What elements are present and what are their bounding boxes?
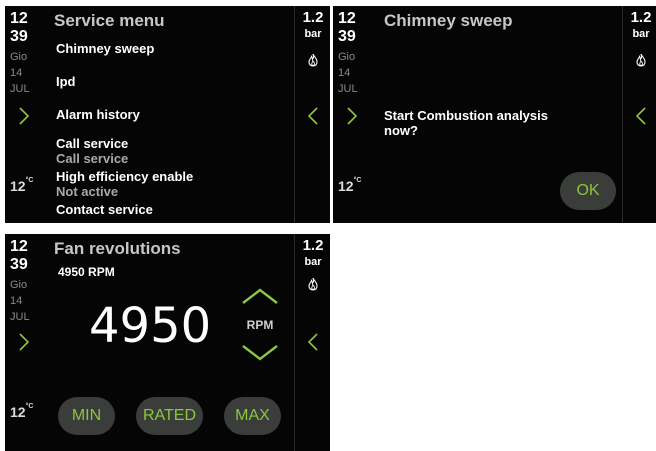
date-day: 14 [10, 295, 23, 307]
date-month: JUL [10, 311, 30, 323]
temperature-value: 12 [10, 178, 26, 194]
chevron-down-icon[interactable] [241, 344, 279, 362]
rpm-readout: 4950 RPM [58, 265, 115, 279]
chevron-left-icon[interactable] [307, 332, 319, 352]
pressure-column: 1.2 bar [294, 6, 330, 223]
temperature-unit: °C [353, 177, 362, 184]
date-month: JUL [10, 83, 30, 95]
room-temperature: 12°C [10, 177, 34, 194]
menu-item-ipd[interactable]: Ipd [56, 74, 76, 89]
service-menu-screen: 12 39 Gio 14 JUL 12°C Service menu Chimn… [5, 6, 330, 223]
pressure-unit: bar [632, 28, 650, 40]
chevron-up-icon[interactable] [241, 287, 279, 305]
status-column: 12 39 Gio 14 JUL 12°C [333, 6, 373, 223]
menu-item-call-service-value: Call service [56, 151, 129, 166]
pressure-unit: bar [304, 256, 322, 268]
chevron-left-icon[interactable] [635, 106, 647, 126]
flame-icon [308, 53, 318, 67]
room-temperature: 12°C [338, 177, 362, 194]
page-title: Fan revolutions [54, 239, 181, 258]
date-day: 14 [338, 67, 351, 79]
pressure-column: 1.2 bar [294, 234, 330, 451]
chevron-right-icon[interactable] [346, 106, 358, 126]
pressure-value: 1.2 [302, 9, 324, 26]
page-title: Service menu [54, 11, 165, 30]
clock-hour: 12 [10, 10, 28, 27]
fan-speed-value: 4950 [89, 298, 212, 354]
date-weekday: Gio [10, 279, 28, 291]
clock-hour: 12 [338, 10, 356, 27]
menu-item-high-efficiency-value: Not active [56, 184, 119, 199]
menu-item-call-service[interactable]: Call service [56, 136, 128, 151]
menu-item-high-efficiency[interactable]: High efficiency enable [56, 169, 193, 184]
menu-item-chimney-sweep[interactable]: Chimney sweep [56, 41, 154, 56]
page-title: Chimney sweep [384, 11, 513, 30]
menu-item-alarm-history[interactable]: Alarm history [56, 107, 140, 122]
date-day: 14 [10, 67, 23, 79]
status-column: 12 39 Gio 14 JUL 12°C [5, 6, 45, 223]
rated-button[interactable]: RATED [136, 397, 203, 435]
date-weekday: Gio [338, 51, 356, 63]
prompt-message-line2: now? [384, 123, 418, 138]
date-month: JUL [338, 83, 358, 95]
fan-revolutions-screen: 12 39 Gio 14 JUL 12°C Fan revolutions 49… [5, 234, 330, 451]
ok-button[interactable]: OK [560, 172, 616, 210]
flame-icon [636, 53, 646, 67]
clock-minute: 39 [10, 256, 28, 273]
menu-item-contact-service[interactable]: Contact service [56, 202, 153, 217]
min-button[interactable]: MIN [58, 397, 115, 435]
pressure-column: 1.2 bar [622, 6, 656, 223]
pressure-unit: bar [304, 28, 322, 40]
max-button[interactable]: MAX [224, 397, 281, 435]
room-temperature: 12°C [10, 403, 34, 420]
clock-hour: 12 [10, 238, 28, 255]
chimney-sweep-screen: 12 39 Gio 14 JUL 12°C Chimney sweep Star… [333, 6, 656, 223]
temperature-value: 12 [338, 178, 354, 194]
prompt-message-line1: Start Combustion analysis [384, 108, 548, 123]
status-column: 12 39 Gio 14 JUL 12°C [5, 234, 45, 451]
temperature-unit: °C [25, 403, 34, 410]
fan-speed-unit: RPM [246, 318, 274, 332]
flame-icon [308, 277, 318, 291]
temperature-unit: °C [25, 177, 34, 184]
clock-minute: 39 [338, 28, 356, 45]
clock-minute: 39 [10, 28, 28, 45]
pressure-value: 1.2 [630, 9, 652, 26]
temperature-value: 12 [10, 404, 26, 420]
chevron-left-icon[interactable] [307, 106, 319, 126]
pressure-value: 1.2 [302, 237, 324, 254]
chevron-right-icon[interactable] [18, 332, 30, 352]
chevron-right-icon[interactable] [18, 106, 30, 126]
date-weekday: Gio [10, 51, 28, 63]
